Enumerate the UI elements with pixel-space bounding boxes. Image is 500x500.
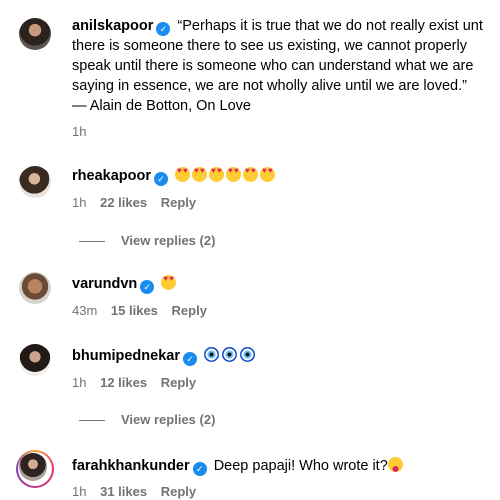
comment-meta: 1h xyxy=(72,124,96,140)
username[interactable]: varundvn xyxy=(72,276,137,292)
likes-count[interactable]: 15 likes xyxy=(111,303,158,318)
comment-text-line: there is someone there to see us existin… xyxy=(72,38,467,54)
nazar-amulet-emoji-icon xyxy=(240,347,255,362)
timestamp: 1h xyxy=(72,375,87,390)
comment-text-line: — Alain de Botton, On Love xyxy=(72,98,251,114)
comment-farahkhankunder: farahkhankunder ✓ Deep papaji! Who wrote … xyxy=(72,456,492,476)
avatar[interactable] xyxy=(19,272,51,304)
likes-count[interactable]: 31 likes xyxy=(100,484,147,499)
username[interactable]: farahkhankunder xyxy=(72,458,190,474)
comment-meta: 1h 31 likes Reply xyxy=(72,484,206,500)
username[interactable]: rheakapoor xyxy=(72,168,151,184)
heart-eyes-emoji-icon xyxy=(260,167,276,182)
heart-eyes-emoji-icon xyxy=(209,167,225,182)
timestamp: 1h xyxy=(72,484,87,499)
heart-eyes-emoji-icon xyxy=(226,167,242,182)
comment-text-line: speak until there is someone who can und… xyxy=(72,58,474,74)
verified-badge-icon: ✓ xyxy=(156,22,171,36)
timestamp: 1h xyxy=(72,195,87,210)
emoji-group xyxy=(175,167,277,184)
comment-rheakapoor: rheakapoor ✓ xyxy=(72,166,492,186)
likes-count[interactable]: 12 likes xyxy=(100,375,147,390)
comment-bhumipednekar: bhumipednekar ✓ xyxy=(72,346,492,366)
heart-eyes-emoji-icon xyxy=(192,167,208,182)
username[interactable]: anilskapoor xyxy=(72,18,153,34)
reply-button[interactable]: Reply xyxy=(161,484,196,499)
view-replies-label: View replies (2) xyxy=(121,412,216,427)
avatar[interactable] xyxy=(19,344,51,376)
timestamp: 1h xyxy=(72,124,87,139)
comment-meta: 43m 15 likes Reply xyxy=(72,303,217,319)
nazar-amulet-emoji-icon xyxy=(204,347,219,362)
verified-badge-icon: ✓ xyxy=(182,352,197,366)
comment-meta: 1h 22 likes Reply xyxy=(72,195,206,211)
comment-text: Deep papaji! Who wrote it? xyxy=(213,458,388,474)
verified-badge-icon: ✓ xyxy=(140,280,155,294)
avatar[interactable] xyxy=(19,166,51,198)
reply-button[interactable]: Reply xyxy=(161,195,196,210)
heart-eyes-emoji-icon xyxy=(175,167,191,182)
winking-tongue-emoji-icon xyxy=(387,457,403,472)
verified-badge-icon: ✓ xyxy=(153,172,168,186)
nazar-amulet-emoji-icon xyxy=(222,347,237,362)
comment-text-line: saying in essence, we are not wholly ali… xyxy=(72,78,467,94)
likes-count[interactable]: 22 likes xyxy=(100,195,147,210)
view-replies-button[interactable]: View replies (2) xyxy=(79,412,215,427)
divider xyxy=(79,420,105,422)
avatar xyxy=(19,453,47,481)
avatar[interactable] xyxy=(19,18,51,50)
heart-eyes-emoji-icon xyxy=(243,167,259,182)
username[interactable]: bhumipednekar xyxy=(72,348,180,364)
comment-anilskapoor: anilskapoor ✓ “Perhaps it is true that we… xyxy=(72,16,492,116)
comment-meta: 1h 12 likes Reply xyxy=(72,375,206,391)
heart-eyes-emoji-icon xyxy=(161,275,177,290)
divider xyxy=(79,241,105,243)
timestamp: 43m xyxy=(72,303,98,318)
verified-badge-icon: ✓ xyxy=(192,462,207,476)
view-replies-button[interactable]: View replies (2) xyxy=(79,233,215,248)
comment-text-line: “Perhaps it is true that we do not reall… xyxy=(177,18,483,34)
comment-varundvn: varundvn ✓ xyxy=(72,274,492,294)
story-ring-avatar[interactable] xyxy=(16,450,54,488)
reply-button[interactable]: Reply xyxy=(172,303,207,318)
view-replies-label: View replies (2) xyxy=(121,233,216,248)
reply-button[interactable]: Reply xyxy=(161,375,196,390)
